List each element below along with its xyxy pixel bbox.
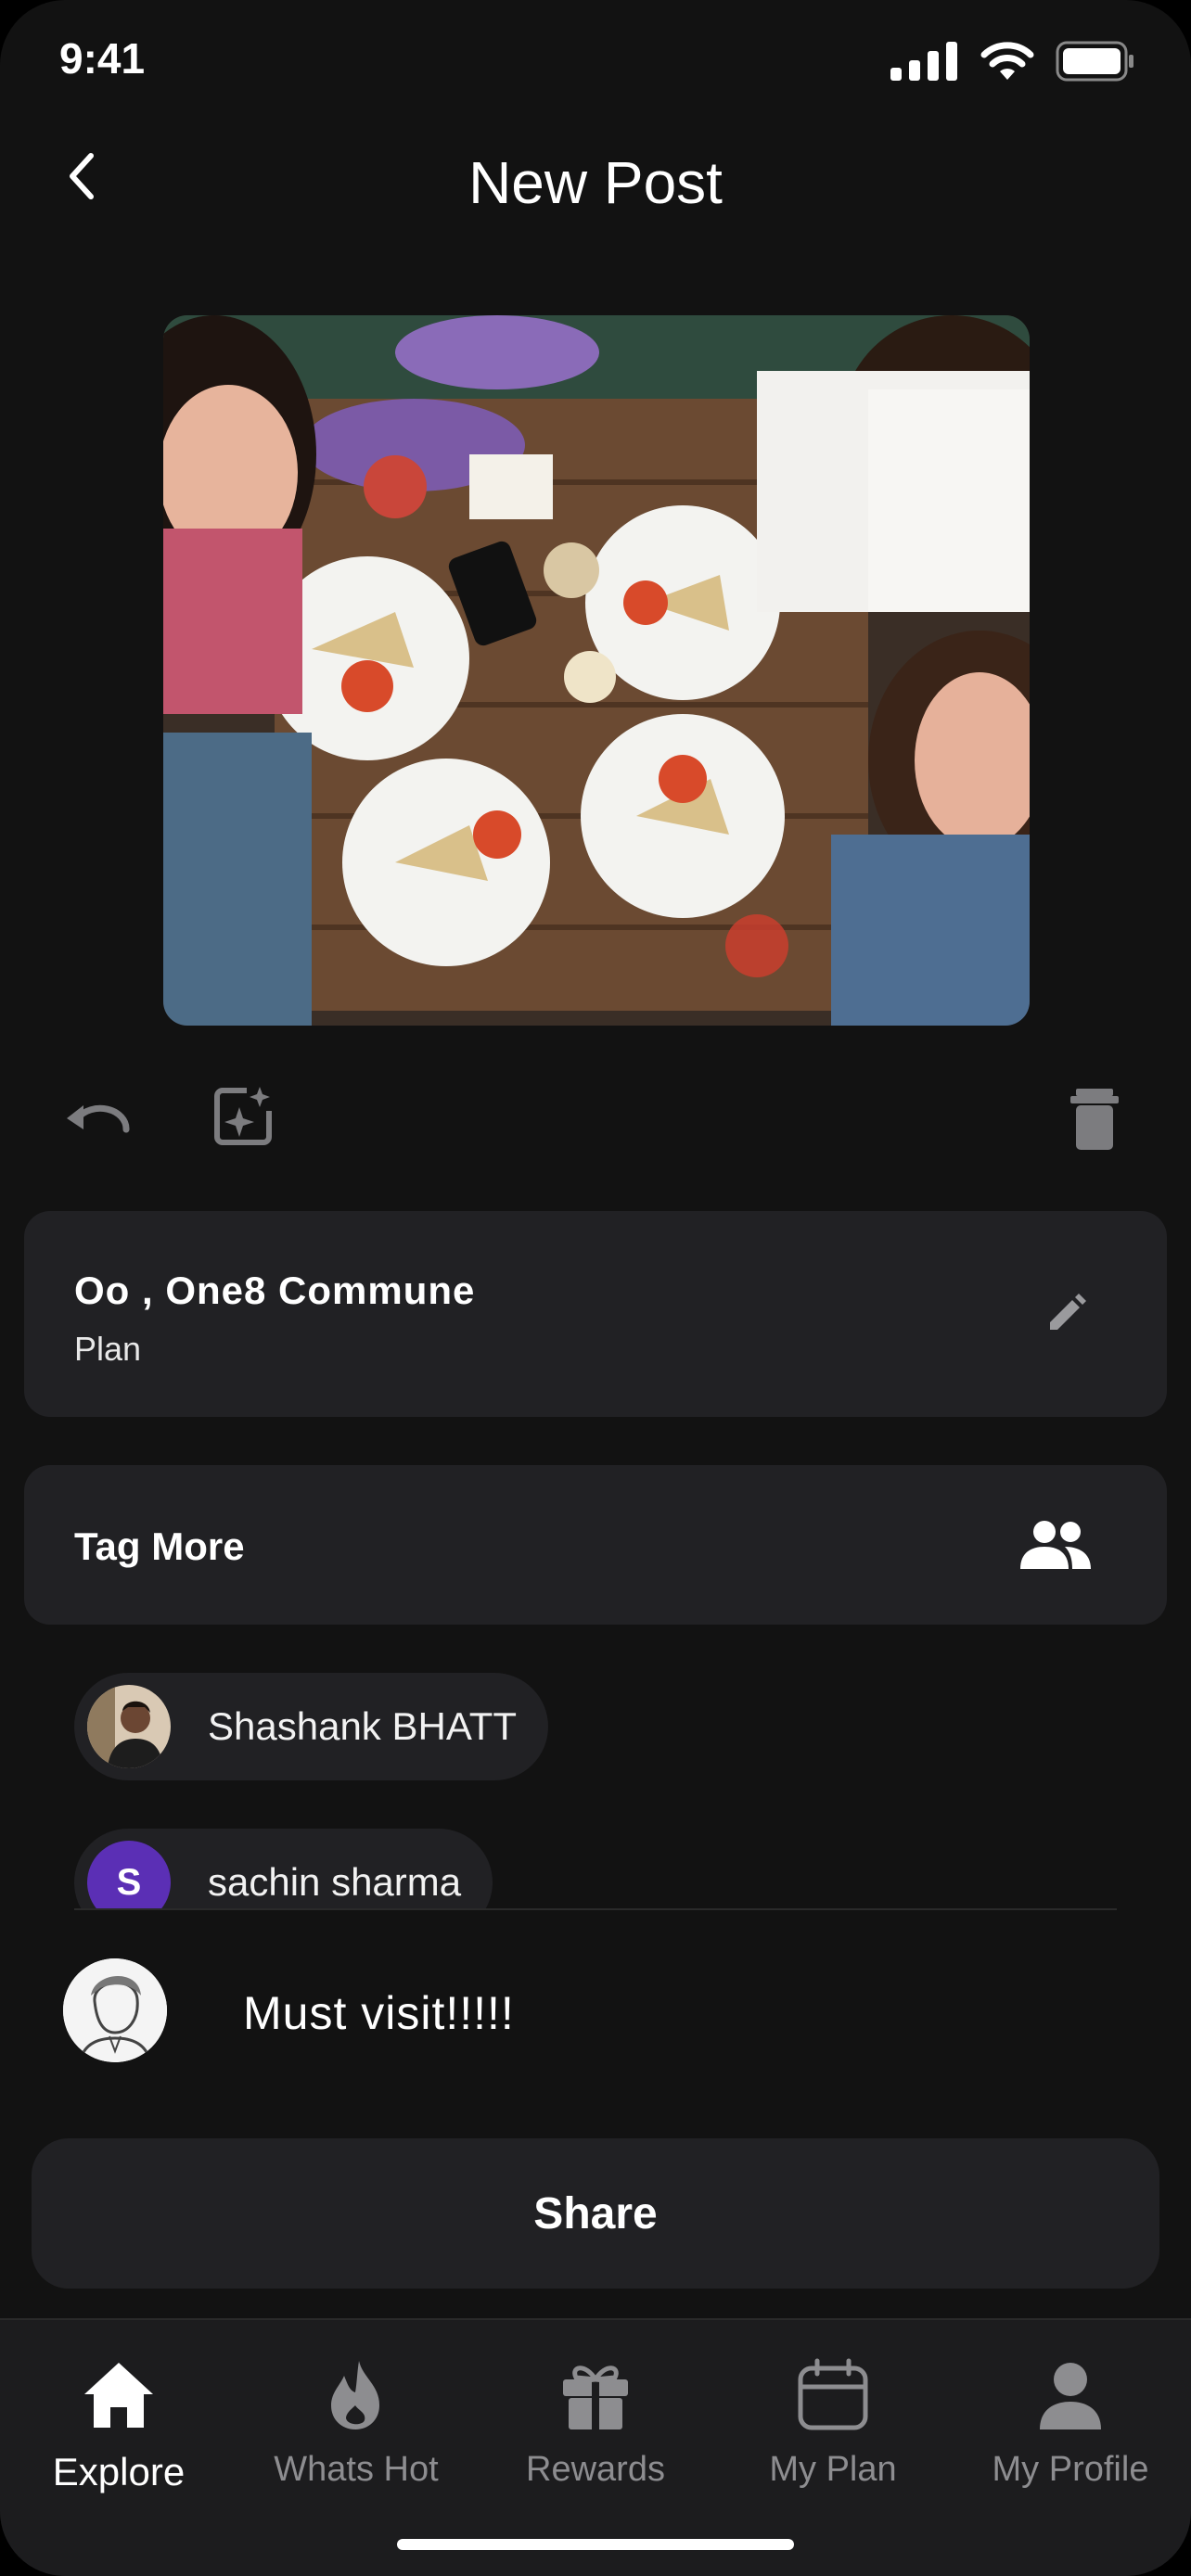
flame-icon bbox=[331, 2361, 379, 2429]
avatar: S bbox=[87, 1841, 171, 1910]
nav-label: Whats Hot bbox=[274, 2450, 439, 2489]
person-icon bbox=[1040, 2363, 1101, 2429]
nav-label: Rewards bbox=[526, 2450, 665, 2489]
page-title: New Post bbox=[468, 149, 723, 216]
bottom-nav: Explore Whats Hot Rewards My Plan My Pro… bbox=[0, 2318, 1191, 2576]
tag-more-card[interactable]: Tag More bbox=[24, 1465, 1167, 1625]
post-photo[interactable] bbox=[163, 315, 1030, 1026]
place-card[interactable]: Oo , One8 Commune Plan bbox=[24, 1211, 1167, 1417]
nav-label: My Plan bbox=[769, 2450, 897, 2489]
battery-icon bbox=[1056, 41, 1133, 82]
wifi-icon bbox=[980, 42, 1034, 80]
place-subtitle: Plan bbox=[74, 1330, 142, 1368]
divider bbox=[74, 1908, 1117, 1910]
avatar bbox=[87, 1685, 171, 1768]
people-icon[interactable] bbox=[1018, 1517, 1093, 1573]
nav-label: Explore bbox=[52, 2450, 186, 2493]
status-time: 9:41 bbox=[59, 34, 146, 83]
phone-screen: 9:41 New Post Oo , One8 Commune Plan Tag… bbox=[0, 0, 1191, 2576]
comment-text[interactable]: Must visit!!!!! bbox=[243, 1986, 515, 2040]
tag-more-label: Tag More bbox=[74, 1524, 245, 1568]
nav-item-my-profile[interactable]: My Profile bbox=[952, 2357, 1189, 2490]
nav-item-rewards[interactable]: Rewards bbox=[477, 2357, 714, 2490]
home-icon bbox=[84, 2363, 153, 2428]
avatar-letter: S bbox=[116, 1861, 142, 1903]
place-name: Oo , One8 Commune bbox=[74, 1269, 476, 1312]
home-indicator bbox=[397, 2539, 794, 2550]
undo-icon[interactable] bbox=[61, 1087, 132, 1152]
tagged-user-chip[interactable]: Shashank BHATT bbox=[74, 1673, 549, 1780]
gift-icon bbox=[563, 2366, 628, 2429]
share-button[interactable]: Share bbox=[32, 2138, 1159, 2289]
nav-label: My Profile bbox=[992, 2450, 1149, 2489]
tagged-user-name: sachin sharma bbox=[208, 1860, 462, 1904]
calendar-icon bbox=[798, 2358, 868, 2430]
status-icons bbox=[890, 41, 1135, 82]
nav-item-whats-hot[interactable]: Whats Hot bbox=[237, 2357, 475, 2490]
tagged-user-chip[interactable]: S sachin sharma bbox=[74, 1829, 493, 1910]
nav-item-explore[interactable]: Explore bbox=[0, 2357, 237, 2494]
signal-icon bbox=[890, 42, 957, 81]
tagged-users-overflow: S sachin sharma bbox=[0, 1817, 1191, 1910]
nav-item-my-plan[interactable]: My Plan bbox=[714, 2357, 952, 2490]
trash-icon[interactable] bbox=[1059, 1087, 1130, 1152]
tagged-user-name: Shashank BHATT bbox=[208, 1704, 518, 1748]
avatar bbox=[63, 1958, 167, 2062]
sparkle-frame-icon[interactable] bbox=[210, 1083, 280, 1148]
pencil-icon[interactable] bbox=[1044, 1291, 1089, 1335]
